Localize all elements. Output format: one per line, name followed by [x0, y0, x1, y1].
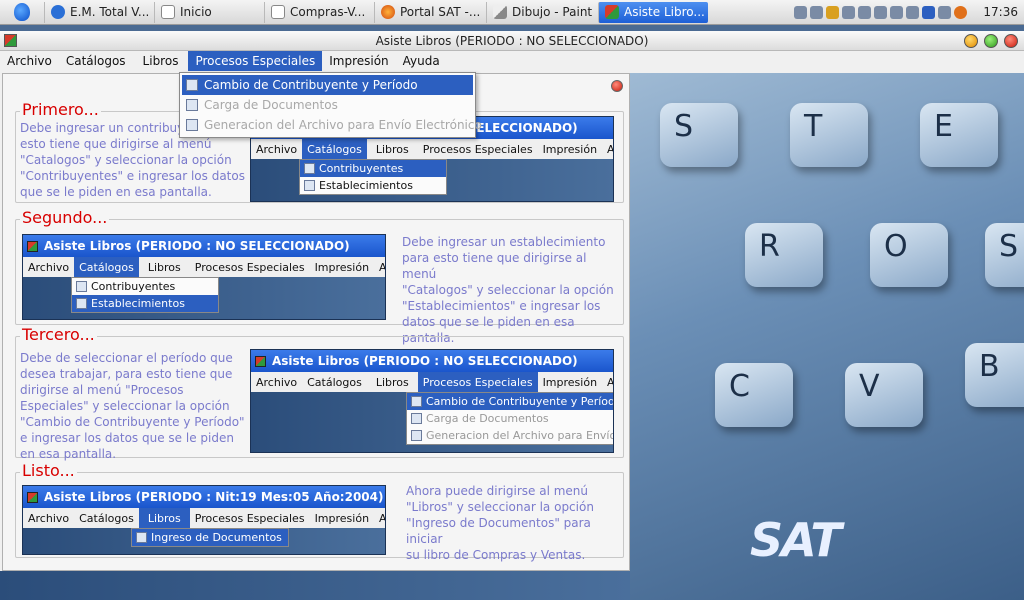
mini-titlebar: Asiste Libros (PERIODO : NO SELECCIONADO… [23, 235, 385, 257]
mini-dropdown: Contribuyentes Establecimientos [299, 159, 447, 195]
maximize-button[interactable] [984, 34, 998, 48]
key-image: S [985, 223, 1024, 287]
mini-dropdown: Cambio de Contribuyente y Período Carga … [406, 392, 613, 445]
phone-icon[interactable] [874, 5, 888, 19]
step-title: Segundo... [20, 208, 110, 227]
step-title: Tercero... [20, 325, 97, 344]
panel-close-button[interactable] [611, 80, 623, 92]
people-icon [76, 281, 87, 292]
mini-titlebar: Asiste Libros (PERIODO : Nit:19 Mes:05 A… [23, 486, 385, 508]
window-titlebar[interactable]: Asiste Libros (PERIODO : NO SELECCIONADO… [0, 31, 1024, 51]
taskbar-item-asiste-libros[interactable]: Asiste Libro... [598, 1, 708, 23]
taskbar-item-inicio[interactable]: Inicio [154, 1, 264, 23]
menu-catalogos[interactable]: Catálogos [59, 51, 133, 71]
mini-window-screenshot: Asiste Libros (PERIODO : Nit:19 Mes:05 A… [22, 485, 386, 555]
clock: 17:36 [983, 5, 1018, 19]
key-image: V [845, 363, 923, 427]
step-listo: Listo... Asiste Libros (PERIODO : Nit:19… [15, 462, 624, 562]
start-menu-button[interactable] [0, 0, 44, 25]
firefox-icon [381, 5, 395, 19]
taskbar-item-paint[interactable]: Dibujo - Paint [486, 1, 598, 23]
sat-logo: SAT [750, 513, 842, 567]
key-image: T [790, 103, 868, 167]
edit-document-icon [136, 532, 147, 543]
key-image: B [965, 343, 1024, 407]
key-image: O [870, 223, 948, 287]
volume-icon[interactable] [858, 5, 872, 19]
taskbar-item-portal-sat[interactable]: Portal SAT -... [374, 1, 486, 23]
update-icon[interactable] [954, 5, 968, 19]
key-image: S [660, 103, 738, 167]
minimize-button[interactable] [964, 34, 978, 48]
mini-menubar: Archivo Catálogos Libros Procesos Especi… [251, 139, 613, 159]
mini-menubar: Archivo Catálogos Libros Procesos Especi… [23, 257, 385, 277]
step-title: Primero... [20, 100, 101, 119]
network-icon[interactable] [794, 5, 808, 19]
key-image: E [920, 103, 998, 167]
apple-logo-icon [14, 3, 30, 21]
document-icon [271, 5, 285, 19]
background-strip [0, 571, 630, 600]
document-icon [161, 5, 175, 19]
step-title: Listo... [20, 461, 77, 480]
paint-icon [493, 5, 507, 19]
taskbar-item-compras[interactable]: Compras-V... [264, 1, 374, 23]
mini-window-screenshot: Asiste Libros (PERIODO : NO SELECCIONADO… [250, 349, 614, 453]
app-icon[interactable] [4, 34, 17, 47]
window-title: Asiste Libros (PERIODO : NO SELECCIONADO… [375, 33, 649, 48]
menu-ayuda[interactable]: Ayuda [396, 51, 447, 71]
app-icon [27, 491, 38, 503]
menu-archivo[interactable]: Archivo [0, 51, 59, 71]
procesos-especiales-dropdown: Cambio de Contribuyente y Período Carga … [179, 72, 482, 138]
globe-icon [51, 5, 65, 19]
step-tercero: Tercero... Debe de seleccionar el períod… [15, 326, 624, 461]
mini-menubar: Archivo Catálogos Libros Procesos Especi… [251, 372, 613, 392]
building-icon [304, 180, 315, 191]
wifi-icon[interactable] [810, 5, 824, 19]
keyboard-background-image: S T E R O S C V B SAT [630, 73, 1024, 600]
menubar: Archivo Catálogos Libros Procesos Especi… [0, 51, 1024, 71]
window-controls [964, 34, 1018, 48]
people-icon [304, 163, 315, 174]
menu-item-carga-documentos[interactable]: Carga de Documentos [182, 95, 473, 115]
menu-libros[interactable]: Libros [133, 51, 189, 71]
step-description: Ahora puede dirigirse al menú "Libros" y… [406, 484, 594, 562]
building-icon [76, 298, 87, 309]
keyboard-icon[interactable] [906, 5, 920, 19]
file-icon [186, 119, 198, 131]
system-tray [794, 5, 973, 19]
menu-item-generacion-archivo[interactable]: Generacion del Archivo para Envío Electr… [182, 115, 482, 135]
key-image: R [745, 223, 823, 287]
mini-dropdown: Ingreso de Documentos [131, 528, 289, 547]
step-description: Debe de seleccionar el período que desea… [20, 351, 245, 461]
tools-icon[interactable] [842, 5, 856, 19]
shield-icon[interactable] [826, 5, 840, 19]
mini-titlebar: Asiste Libros (PERIODO : NO SELECCIONADO… [251, 350, 613, 372]
step-segundo: Segundo... Asiste Libros (PERIODO : NO S… [15, 209, 624, 345]
swap-icon [186, 79, 198, 91]
help-panel: Primero... Debe ingresar un contribuyent… [2, 73, 630, 571]
swap-icon [411, 396, 422, 407]
upload-icon [411, 413, 422, 424]
app-icon [27, 240, 38, 252]
mini-window-screenshot: Asiste Libros (PERIODO : NO SELECCIONADO… [22, 234, 386, 320]
step-description: Debe ingresar un establecimiento para es… [402, 235, 614, 345]
file-icon [411, 430, 422, 441]
monitor-icon[interactable] [890, 5, 904, 19]
speaker-icon[interactable] [938, 5, 952, 19]
close-button[interactable] [1004, 34, 1018, 48]
upload-icon [186, 99, 198, 111]
app-icon [255, 355, 266, 367]
menu-procesos-especiales[interactable]: Procesos Especiales [188, 51, 323, 71]
app-icon [605, 5, 619, 19]
key-image: C [715, 363, 793, 427]
menu-impresion[interactable]: Impresión [322, 51, 395, 71]
mini-menubar: Archivo Catálogos Libros Procesos Especi… [23, 508, 385, 528]
taskbar-item-em-total[interactable]: E.M. Total V... [44, 1, 154, 23]
menu-item-cambio-contribuyente[interactable]: Cambio de Contribuyente y Período [182, 75, 473, 95]
display-icon[interactable] [922, 5, 936, 19]
taskbar: E.M. Total V... Inicio Compras-V... Port… [0, 0, 1024, 25]
mini-dropdown: Contribuyentes Establecimientos [71, 277, 219, 313]
